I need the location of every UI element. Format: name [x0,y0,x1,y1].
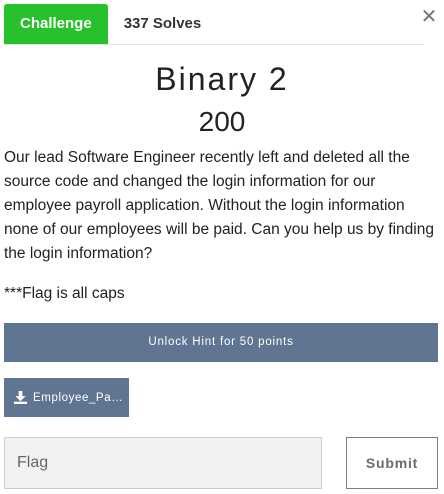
download-file-button[interactable]: Employee_Pa… [4,378,129,417]
close-icon[interactable]: ✕ [420,6,438,28]
submit-button[interactable]: Submit [346,437,438,489]
unlock-hint-button[interactable]: Unlock Hint for 50 points [4,323,438,362]
description-text: Our lead Software Engineer recently left… [4,149,434,262]
download-icon [14,391,27,404]
challenge-description: Our lead Software Engineer recently left… [4,146,438,306]
flag-input[interactable] [4,437,322,489]
flag-note: ***Flag is all caps [4,285,125,302]
tab-solves[interactable]: 337 Solves [108,4,218,44]
challenge-title: Binary 2 [155,61,289,97]
file-name: Employee_Pa… [33,391,124,404]
tab-challenge[interactable]: Challenge [4,4,108,44]
challenge-points: 200 [198,106,246,137]
challenge-tabs: Challenge 337 Solves [4,4,424,45]
